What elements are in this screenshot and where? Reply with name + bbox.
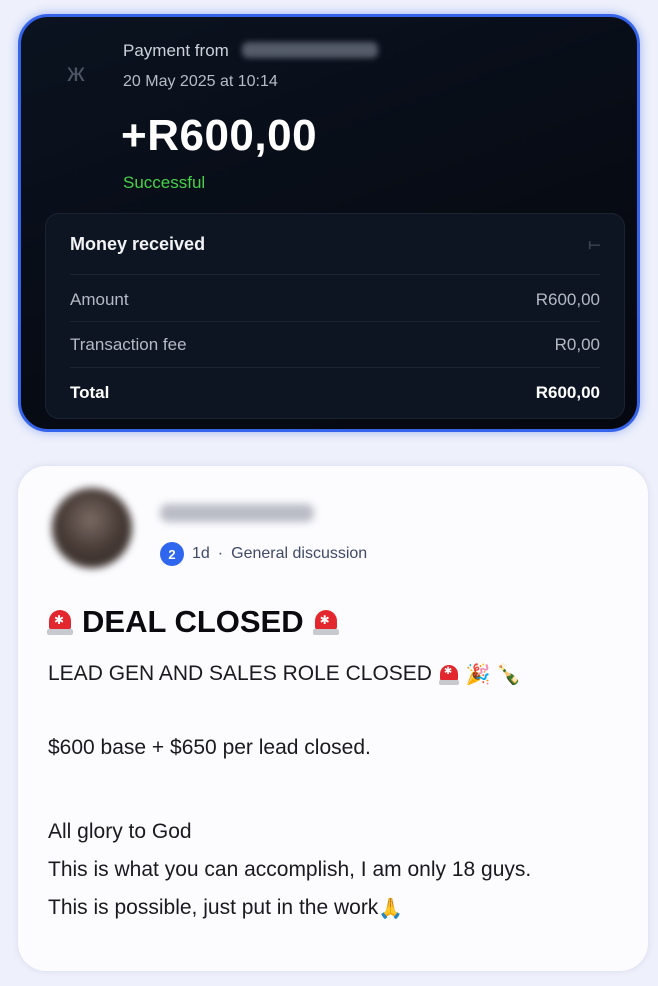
post-category[interactable]: General discussion <box>231 545 367 563</box>
avatar[interactable] <box>52 488 132 568</box>
siren-icon: ✱ <box>438 663 460 687</box>
post-time: 1d <box>192 545 210 562</box>
divider <box>70 321 600 322</box>
siren-icon: ✱ <box>46 607 74 637</box>
amount-value: R600,00 <box>535 290 600 309</box>
post-line: All glory to God <box>48 820 192 843</box>
payment-from: Payment from <box>123 41 378 61</box>
bank-logo-icon: ж <box>67 57 85 87</box>
post-line-text: This is possible, just put in the work <box>48 896 379 920</box>
party-popper-icon: 🎉 <box>465 664 491 686</box>
post-line: This is possible, just put in the work🙏 <box>48 896 403 921</box>
post-line: LEAD GEN AND SALES ROLE CLOSED ✱ 🎉 🍾 <box>48 662 521 687</box>
payment-from-label: Payment from <box>123 41 229 60</box>
total-label: Total <box>70 383 110 402</box>
money-received-title: Money received <box>70 234 206 254</box>
divider <box>70 274 600 275</box>
amount-label: Amount <box>70 290 129 309</box>
fee-label: Transaction fee <box>70 335 187 354</box>
money-received-header[interactable]: Money received ⟝ <box>70 234 600 255</box>
payment-date: 20 May 2025 at 10:14 <box>123 73 278 90</box>
payment-status: Successful <box>123 173 206 192</box>
fee-row: Transaction fee R0,00 <box>70 335 600 355</box>
post-meta: 2 1d · General discussion <box>160 542 367 566</box>
divider <box>70 367 600 368</box>
meta-separator: · <box>217 545 224 562</box>
post-title-text: DEAL CLOSED <box>82 604 304 639</box>
amount-row: Amount R600,00 <box>70 290 600 310</box>
money-received-panel: Money received ⟝ Amount R600,00 Transact… <box>45 213 625 419</box>
payer-name-redacted <box>241 42 378 58</box>
praying-hands-icon: 🙏 <box>378 898 404 920</box>
post-line: $600 base + $650 per lead closed. <box>48 736 371 759</box>
siren-icon: ✱ <box>312 607 340 637</box>
author-name-redacted[interactable] <box>160 504 314 522</box>
post-line: This is what you can accomplish, I am on… <box>48 858 532 881</box>
payment-card: ж Payment from 20 May 2025 at 10:14 +R60… <box>18 14 640 432</box>
post-title: ✱ DEAL CLOSED ✱ <box>46 604 340 640</box>
payment-amount: +R600,00 <box>121 111 318 160</box>
total-value: R600,00 <box>535 383 600 402</box>
level-badge: 2 <box>160 542 184 566</box>
fee-value: R0,00 <box>554 335 600 354</box>
post-line-text: LEAD GEN AND SALES ROLE CLOSED <box>48 662 432 686</box>
post-card: 2 1d · General discussion ✱ DEAL CLOSED … <box>18 466 648 971</box>
collapse-chevron-icon[interactable]: ⟝ <box>588 236 600 253</box>
champagne-bottle-icon: 🍾 <box>496 664 522 686</box>
total-row: Total R600,00 <box>70 383 600 403</box>
